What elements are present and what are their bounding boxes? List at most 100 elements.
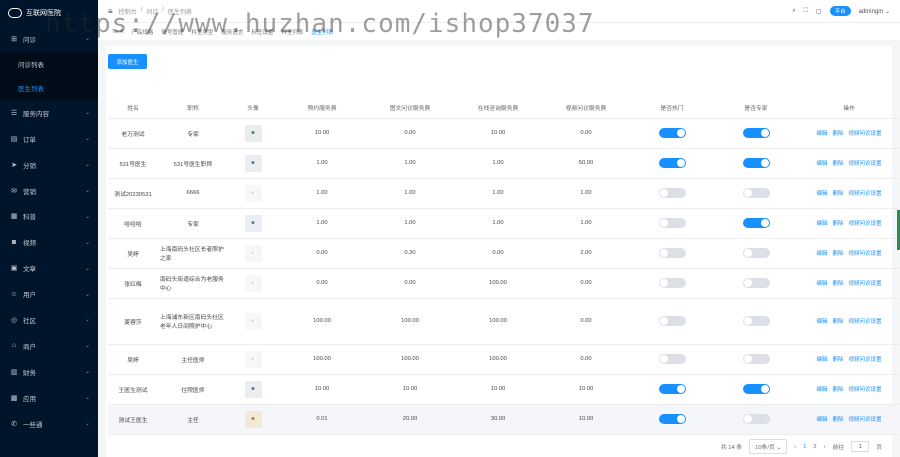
edit-link[interactable]: 编辑 — [816, 189, 827, 197]
cell-title: 住院医师 — [158, 374, 228, 405]
delete-link[interactable]: 删除 — [832, 279, 843, 287]
hot-toggle[interactable] — [658, 278, 686, 288]
search-icon[interactable]: ⌕ — [792, 8, 795, 15]
expert-toggle[interactable] — [742, 218, 770, 228]
tab[interactable]: Ta-A — [112, 29, 123, 35]
sidebar-item[interactable]: ☺ 用户 ⌄ — [0, 281, 98, 307]
edit-link[interactable]: 编辑 — [816, 385, 827, 393]
sidebar-item[interactable]: ▩ 应用 ⌄ — [0, 385, 98, 411]
expert-toggle[interactable] — [742, 384, 770, 394]
expert-toggle[interactable] — [742, 278, 770, 288]
sidebar-subitem[interactable]: 问诊列表 — [0, 51, 98, 76]
edit-link[interactable]: 编辑 — [816, 415, 827, 423]
column-header: 图文问诊服务费 — [366, 98, 454, 119]
sidebar-item[interactable]: ◙ 视频 ⌄ — [0, 229, 98, 255]
chevron-down-icon: ⌄ — [84, 291, 90, 298]
sidebar-item[interactable]: ⊞ 问诊 ⌄ — [0, 26, 98, 52]
tab[interactable]: 科室列表 — [281, 28, 303, 36]
sidebar-item[interactable]: ▤ 订单 ⌄ — [0, 126, 98, 152]
sidebar-subitem[interactable]: 医生列表 — [0, 75, 98, 100]
sidebar-item[interactable]: ▥ 财务 ⌄ — [0, 359, 98, 385]
edit-link[interactable]: 编辑 — [816, 159, 827, 167]
hot-toggle[interactable] — [658, 128, 686, 138]
edit-link[interactable]: 编辑 — [816, 219, 827, 227]
video-settings-link[interactable]: 视频问诊设置 — [849, 355, 882, 363]
hot-toggle[interactable] — [658, 316, 686, 326]
video-settings-link[interactable]: 视频问诊设置 — [849, 279, 882, 287]
app-logo[interactable]: 互联网医院 — [0, 0, 98, 26]
hot-toggle[interactable] — [658, 218, 686, 228]
expert-toggle[interactable] — [742, 248, 770, 258]
delete-link[interactable]: 删除 — [832, 129, 843, 137]
edit-link[interactable]: 编辑 — [816, 129, 827, 137]
sidebar-item[interactable]: ☰ 服务内容 ⌄ — [0, 100, 98, 126]
hot-toggle[interactable] — [658, 158, 686, 168]
tab[interactable]: 账号管理 — [161, 28, 183, 36]
video-settings-link[interactable]: 视频问诊设置 — [849, 159, 882, 167]
delete-link[interactable]: 删除 — [832, 317, 843, 325]
goto-page-input[interactable]: 1 — [851, 441, 870, 452]
avatar-placeholder-icon: ▸ — [244, 350, 262, 368]
breadcrumb-item[interactable]: 控制台 — [119, 7, 137, 16]
expert-toggle[interactable] — [742, 128, 770, 138]
sidebar-item[interactable]: ▦ 科普 ⌄ — [0, 203, 98, 229]
sidebar-item[interactable]: ✉ 营销 ⌄ — [0, 178, 98, 204]
tab[interactable]: 标签设置 — [251, 28, 273, 36]
video-settings-link[interactable]: 视频问诊设置 — [849, 317, 882, 325]
expert-toggle[interactable] — [742, 414, 770, 424]
edit-link[interactable]: 编辑 — [816, 355, 827, 363]
delete-link[interactable]: 删除 — [832, 385, 843, 393]
video-settings-link[interactable]: 视频问诊设置 — [849, 249, 882, 257]
add-doctor-button[interactable]: 添加医生 — [108, 54, 147, 69]
tab[interactable]: 产品规格 — [131, 28, 153, 36]
tab[interactable]: 服务语言 — [221, 28, 243, 36]
delete-link[interactable]: 删除 — [832, 415, 843, 423]
expert-toggle[interactable] — [742, 158, 770, 168]
user-menu[interactable]: admingm ⌄ — [859, 8, 890, 15]
sidebar-item[interactable]: ⌂ 商户 ⌄ — [0, 333, 98, 359]
delete-link[interactable]: 删除 — [832, 189, 843, 197]
sidebar-item[interactable]: ✆ 一些通 ⌄ — [0, 411, 98, 437]
prev-page-icon[interactable]: ‹ — [794, 444, 796, 450]
notification-icon[interactable]: ▢ — [816, 8, 822, 15]
video-settings-link[interactable]: 视频问诊设置 — [849, 189, 882, 197]
video-settings-link[interactable]: 视频问诊设置 — [849, 385, 882, 393]
sidebar-item[interactable]: ➤ 分销 ⌄ — [0, 152, 98, 178]
tab[interactable]: 医生列表 — [311, 28, 333, 36]
delete-link[interactable]: 删除 — [832, 355, 843, 363]
sidebar-item-label: 问诊 — [23, 36, 36, 44]
sidebar-item[interactable]: ▣ 文章 ⌄ — [0, 255, 98, 281]
expert-toggle[interactable] — [742, 316, 770, 326]
avatar-placeholder-icon: ▸ — [244, 184, 262, 202]
cell-fee: 10.00 — [454, 118, 542, 149]
hot-toggle[interactable] — [658, 384, 686, 394]
delete-link[interactable]: 删除 — [832, 249, 843, 257]
cell-name: 吴婷 — [108, 344, 158, 375]
video-settings-link[interactable]: 视频问诊设置 — [849, 219, 882, 227]
delete-link[interactable]: 删除 — [832, 219, 843, 227]
breadcrumb-item[interactable]: 问诊 — [146, 7, 158, 16]
page-size-select[interactable]: 10条/页 ⌄ — [749, 439, 788, 454]
delete-link[interactable]: 删除 — [832, 159, 843, 167]
menu-toggle-icon[interactable]: ≡ — [108, 7, 113, 16]
hot-toggle[interactable] — [658, 188, 686, 198]
edit-link[interactable]: 编辑 — [816, 317, 827, 325]
video-settings-link[interactable]: 视频问诊设置 — [849, 129, 882, 137]
hot-toggle[interactable] — [658, 248, 686, 258]
expert-toggle[interactable] — [742, 354, 770, 364]
page-2[interactable]: 2 — [813, 444, 816, 450]
sidebar-item[interactable]: ◎ 社区 ⌄ — [0, 307, 98, 333]
video-settings-link[interactable]: 视频问诊设置 — [849, 415, 882, 423]
hot-toggle[interactable] — [658, 414, 686, 424]
edit-link[interactable]: 编辑 — [816, 249, 827, 257]
tab[interactable]: 科室类型 — [191, 28, 213, 36]
hot-toggle[interactable] — [658, 354, 686, 364]
edit-link[interactable]: 编辑 — [816, 279, 827, 287]
page-1[interactable]: 1 — [803, 444, 806, 450]
next-page-icon[interactable]: › — [824, 444, 826, 450]
share-icon: ➤ — [11, 161, 17, 169]
cell-fee: 100.00 — [366, 298, 454, 345]
goto-suffix: 页 — [876, 445, 882, 451]
expert-toggle[interactable] — [742, 188, 770, 198]
fullscreen-icon[interactable]: ⛶ — [804, 8, 808, 15]
